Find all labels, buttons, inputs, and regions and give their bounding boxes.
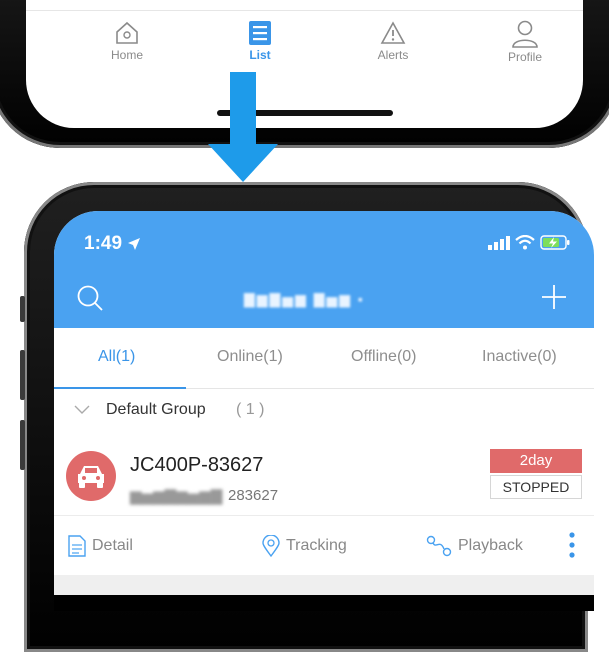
filter-online[interactable]: Online(1) — [217, 348, 283, 366]
status-time-text: 1:49 — [84, 233, 123, 254]
tab-home[interactable]: Home — [92, 20, 162, 62]
volume-down-button — [20, 420, 25, 470]
playback-button[interactable]: Playback — [426, 535, 523, 557]
status-indicators — [488, 235, 570, 250]
top-phone-screen: Home List Alerts Profile — [26, 0, 583, 128]
tab-alerts-label: Alerts — [377, 48, 409, 62]
tracking-button[interactable]: Tracking — [262, 535, 347, 557]
tab-home-label: Home — [110, 48, 143, 62]
next-card-edge — [54, 595, 594, 611]
tab-bar-divider — [26, 10, 583, 11]
volume-up-button — [20, 350, 25, 400]
chevron-down-icon — [74, 405, 90, 414]
duration-badge: 2day — [490, 449, 582, 473]
add-icon[interactable] — [540, 283, 568, 311]
location-arrow-icon — [128, 237, 141, 250]
location-pin-icon — [262, 535, 280, 557]
status-time: 1:49 — [84, 233, 141, 255]
document-icon — [68, 535, 86, 557]
status-filter-tabs: All(1) Online(1) Offline(0) Inactive(0) — [54, 328, 594, 389]
tab-list[interactable]: List — [225, 20, 295, 62]
tab-profile[interactable]: Profile — [490, 20, 560, 64]
imei-blurred: ▆▅▆▇▆▅▆▇ — [130, 488, 223, 505]
profile-icon — [512, 20, 538, 48]
filter-offline[interactable]: Offline(0) — [351, 348, 417, 366]
list-icon — [249, 21, 271, 45]
detail-button[interactable]: Detail — [68, 535, 133, 557]
playback-label: Playback — [458, 537, 523, 554]
app-header: 1:49 ▇▆▇▅▆ ▇▅▆ ▪ — [54, 211, 594, 328]
tab-profile-label: Profile — [507, 50, 542, 64]
group-count: ( 1 ) — [236, 401, 265, 418]
wifi-icon — [515, 235, 535, 250]
alert-icon — [380, 21, 406, 44]
top-phone-frame: Home List Alerts Profile — [0, 0, 609, 148]
device-actions: Detail Tracking Playback — [54, 517, 594, 575]
device-row[interactable]: JC400P-83627 ▆▅▆▇▆▅▆▇ 283627 2day STOPPE… — [54, 437, 594, 516]
bottom-tab-bar: Home List Alerts Profile — [26, 10, 583, 70]
down-arrow-icon — [208, 72, 278, 182]
tracking-label: Tracking — [286, 537, 347, 554]
route-icon — [426, 535, 452, 557]
detail-label: Detail — [92, 537, 133, 554]
imei-suffix: 283627 — [228, 487, 279, 504]
filter-inactive[interactable]: Inactive(0) — [482, 348, 557, 366]
group-header[interactable]: Default Group ( 1 ) — [54, 389, 594, 435]
tab-alerts[interactable]: Alerts — [358, 20, 428, 62]
status-badge: STOPPED — [490, 475, 582, 499]
group-name: Default Group — [106, 401, 206, 418]
app-screen: 1:49 ▇▆▇▅▆ ▇▅▆ ▪ All(1) Online(1) Offlin… — [54, 211, 594, 611]
filter-all[interactable]: All(1) — [98, 348, 135, 366]
home-icon — [116, 21, 138, 44]
account-title-blurred: ▇▆▇▅▆ ▇▅▆ ▪ — [244, 291, 365, 307]
car-icon — [78, 466, 104, 488]
device-name: JC400P-83627 — [130, 454, 264, 476]
car-avatar — [66, 451, 116, 501]
signal-icon — [488, 235, 510, 250]
search-icon[interactable] — [76, 284, 104, 312]
battery-charging-icon — [540, 235, 570, 250]
mute-switch — [20, 296, 25, 322]
tab-list-label: List — [249, 48, 271, 62]
more-vertical-icon[interactable] — [568, 531, 576, 559]
